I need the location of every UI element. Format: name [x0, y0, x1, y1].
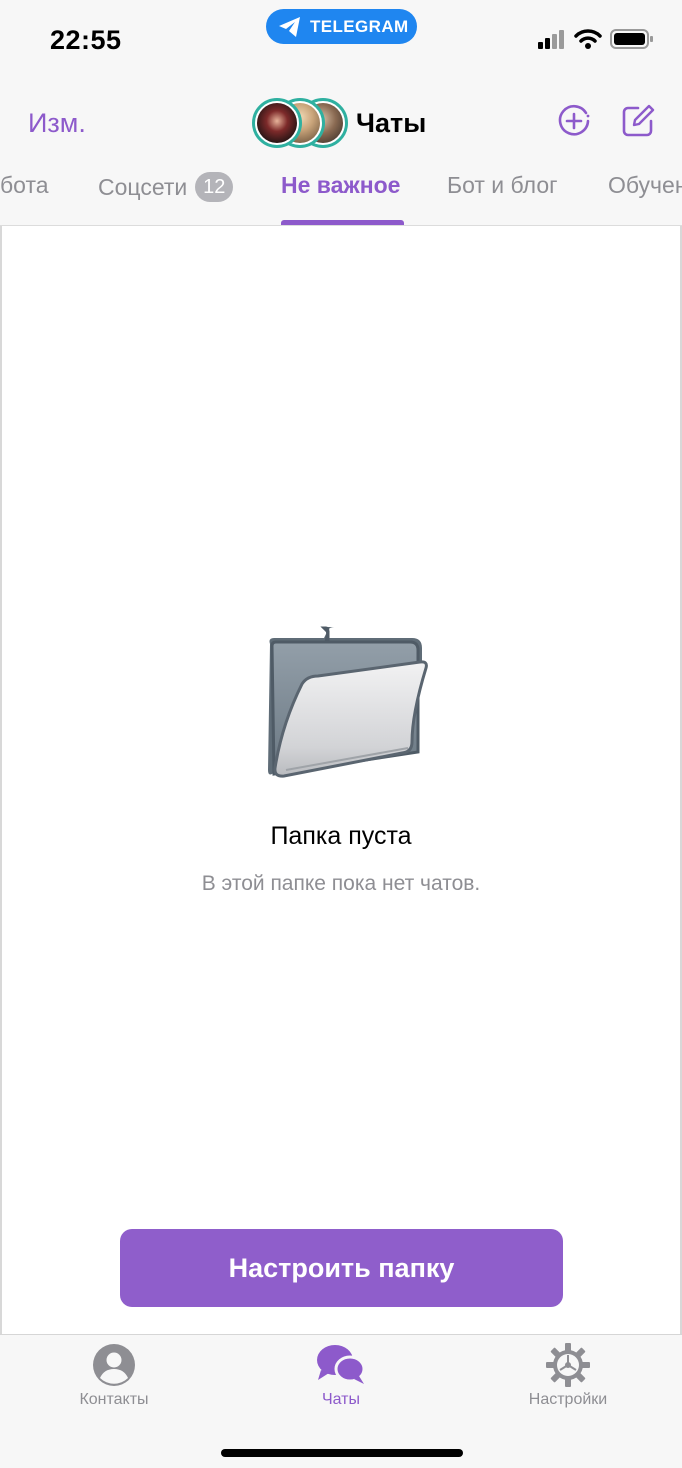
tabbar-item-contacts[interactable]: Контакты — [34, 1343, 194, 1409]
tabbar-label: Чаты — [321, 1391, 361, 1408]
wifi-icon — [574, 29, 602, 49]
status-time: 22:55 — [50, 25, 122, 55]
tab-bot-and-blog[interactable]: Бот и блог — [447, 172, 558, 199]
tabbar-label: Контакты — [79, 1391, 149, 1408]
status-icons — [538, 28, 654, 50]
divider — [0, 225, 682, 226]
tab-bar: Контакты Чаты Настройки — [0, 1334, 682, 1468]
contacts-icon — [93, 1344, 135, 1386]
edit-button[interactable]: Изм. — [28, 108, 86, 139]
telegram-icon — [279, 16, 300, 37]
settings-icon — [546, 1343, 590, 1387]
tab-socials[interactable]: Соцсети 12 — [98, 172, 234, 202]
avatar — [252, 98, 302, 148]
nav-title-group[interactable]: Чаты — [252, 98, 426, 148]
folder-tabs: бота Соцсети 12 Не важное Бот и блог Обу… — [0, 170, 682, 226]
unread-badge: 12 — [195, 172, 234, 202]
tabbar-item-settings[interactable]: Настройки — [488, 1343, 648, 1409]
tabbar-item-chats[interactable]: Чаты — [261, 1343, 421, 1409]
tab-not-important[interactable]: Не важное — [281, 172, 400, 199]
configure-folder-button[interactable]: Настроить папку — [120, 1229, 563, 1307]
cellular-signal-icon — [538, 30, 564, 49]
empty-state-title: Папка пуста — [270, 822, 412, 850]
telegram-pill[interactable]: TELEGRAM — [266, 9, 417, 44]
telegram-pill-label: TELEGRAM — [310, 16, 409, 36]
tab-bota[interactable]: бота — [0, 172, 49, 199]
tabbar-label: Настройки — [528, 1391, 608, 1408]
story-avatars[interactable] — [252, 98, 348, 148]
folder-icon — [268, 626, 428, 778]
add-story-icon[interactable] — [556, 103, 592, 139]
empty-state-subtitle: В этой папке пока нет чатов. — [201, 872, 481, 895]
compose-icon[interactable] — [620, 103, 656, 139]
chats-icon — [317, 1345, 366, 1384]
battery-icon — [610, 29, 653, 49]
page-title: Чаты — [356, 107, 427, 138]
tab-learning[interactable]: Обучен — [608, 172, 682, 199]
home-indicator[interactable] — [221, 1449, 463, 1457]
